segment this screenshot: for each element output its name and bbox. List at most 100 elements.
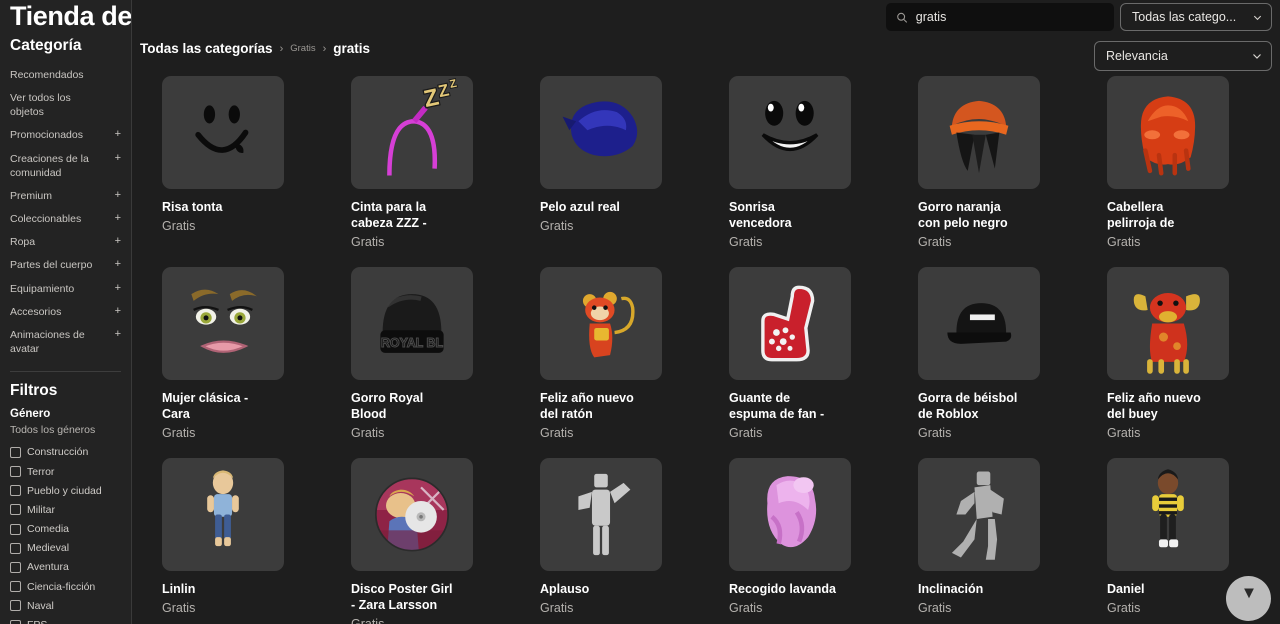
checkbox-icon[interactable] bbox=[10, 542, 21, 554]
item-card[interactable]: Aplauso Gratis bbox=[540, 458, 705, 624]
checkbox-icon[interactable] bbox=[10, 485, 21, 497]
checkbox-icon[interactable] bbox=[10, 523, 21, 535]
item-card[interactable]: Sonrisa vencedora Gratis bbox=[729, 76, 894, 267]
orange-beanie-black-hair-thumbnail[interactable] bbox=[918, 76, 1040, 189]
expand-plus-icon[interactable]: + bbox=[115, 258, 121, 271]
search-input[interactable] bbox=[915, 10, 1104, 24]
top-bar: Todas las catego... bbox=[886, 0, 1280, 34]
sidebar-item-10[interactable]: Animaciones de avatar + bbox=[10, 323, 131, 360]
sidebar-item-5[interactable]: Coleccionables + bbox=[10, 208, 131, 231]
genre-filter-2[interactable]: Pueblo y ciudad bbox=[10, 481, 131, 500]
genre-filter-5[interactable]: Medieval bbox=[10, 539, 131, 558]
genre-filter-8[interactable]: Naval bbox=[10, 596, 131, 615]
checkbox-icon[interactable] bbox=[10, 600, 21, 612]
item-card[interactable]: Cabellera pelirroja de Gratis bbox=[1107, 76, 1272, 267]
item-name: Disco Poster Girl - Zara Larsson bbox=[351, 582, 453, 612]
sort-dropdown[interactable]: Relevancia bbox=[1094, 41, 1272, 71]
item-card[interactable]: Mujer clásica - Cara Gratis bbox=[162, 267, 327, 458]
item-price: Gratis bbox=[729, 235, 763, 249]
breadcrumb-middle[interactable]: Gratis bbox=[290, 43, 315, 54]
item-card[interactable]: Gorro naranja con pelo negro Gratis bbox=[918, 76, 1083, 267]
classic-woman-face-thumbnail[interactable] bbox=[162, 267, 284, 380]
expand-plus-icon[interactable]: + bbox=[115, 305, 121, 318]
royal-blue-hair-thumbnail[interactable] bbox=[540, 76, 662, 189]
breadcrumb-root[interactable]: Todas las categorías bbox=[140, 41, 273, 56]
sidebar-item-1[interactable]: Ver todos los objetos bbox=[10, 87, 131, 124]
expand-plus-icon[interactable]: + bbox=[115, 282, 121, 295]
checkbox-icon[interactable] bbox=[10, 446, 21, 458]
new-year-rat-thumbnail[interactable] bbox=[540, 267, 662, 380]
expand-plus-icon[interactable]: + bbox=[115, 189, 121, 202]
expand-plus-icon[interactable]: + bbox=[115, 128, 121, 141]
genre-filter-0[interactable]: Construcción bbox=[10, 443, 131, 462]
applause-pose-thumbnail[interactable] bbox=[540, 458, 662, 571]
item-name: Gorro naranja con pelo negro bbox=[918, 200, 1008, 230]
category-dropdown-value: Todas las catego... bbox=[1132, 10, 1237, 24]
checkbox-icon[interactable] bbox=[10, 561, 21, 573]
disco-record-thumbnail[interactable] bbox=[351, 458, 473, 571]
breadcrumb-separator-icon: › bbox=[322, 42, 327, 55]
genre-filter-label: FPS bbox=[27, 619, 47, 624]
item-price: Gratis bbox=[918, 601, 952, 615]
item-card[interactable]: Recogido lavanda Gratis bbox=[729, 458, 894, 624]
expand-plus-icon[interactable]: + bbox=[115, 212, 121, 225]
daniel-avatar-thumbnail[interactable] bbox=[1107, 458, 1229, 571]
item-name: Gorro Royal Blood bbox=[351, 391, 424, 421]
item-card[interactable]: Linlin Gratis bbox=[162, 458, 327, 624]
winning-smile-face-thumbnail[interactable] bbox=[729, 76, 851, 189]
item-card[interactable]: Gorra de béisbol de Roblox Gratis bbox=[918, 267, 1083, 458]
genre-filter-label: Militar bbox=[27, 503, 55, 516]
sidebar-item-0[interactable]: Recomendados bbox=[10, 63, 131, 86]
checkbox-icon[interactable] bbox=[10, 619, 21, 624]
item-price: Gratis bbox=[351, 426, 385, 440]
item-card[interactable]: Z Z Z Cinta para la cabeza ZZZ - Gratis bbox=[351, 76, 516, 267]
genre-filter-7[interactable]: Ciencia-ficción bbox=[10, 577, 131, 596]
item-card[interactable]: Feliz año nuevo del buey Gratis bbox=[1107, 267, 1272, 458]
linlin-avatar-thumbnail[interactable] bbox=[162, 458, 284, 571]
zzz-headband-thumbnail[interactable]: ZZZ bbox=[351, 76, 473, 189]
item-price: Gratis bbox=[1107, 426, 1141, 440]
roblox-baseball-cap-thumbnail[interactable] bbox=[918, 267, 1040, 380]
genre-filter-label: Pueblo y ciudad bbox=[27, 484, 102, 497]
item-name: Feliz año nuevo del buey bbox=[1107, 391, 1201, 421]
expand-plus-icon[interactable]: + bbox=[115, 328, 121, 341]
sidebar-item-label: Equipamiento bbox=[10, 282, 75, 295]
item-card[interactable]: ROYAL BL Gorro Royal Blood Gratis bbox=[351, 267, 516, 458]
roblox-assistant-button[interactable] bbox=[1226, 576, 1271, 621]
genre-filter-label: Terror bbox=[27, 465, 55, 478]
item-card[interactable]: Pelo azul real Gratis bbox=[540, 76, 705, 267]
expand-plus-icon[interactable]: + bbox=[115, 235, 121, 248]
lavender-updo-hair-thumbnail[interactable] bbox=[729, 458, 851, 571]
genre-filter-3[interactable]: Militar bbox=[10, 500, 131, 519]
item-card[interactable]: Guante de espuma de fan - Gratis bbox=[729, 267, 894, 458]
genre-filter-4[interactable]: Comedia bbox=[10, 520, 131, 539]
genre-filter-9[interactable]: FPS bbox=[10, 615, 131, 624]
royal-blood-hat-thumbnail[interactable]: ROYAL BL bbox=[351, 267, 473, 380]
sidebar-item-8[interactable]: Equipamiento + bbox=[10, 277, 131, 300]
foam-finger-thumbnail[interactable] bbox=[729, 267, 851, 380]
search-box[interactable] bbox=[886, 3, 1114, 31]
checkbox-icon[interactable] bbox=[10, 504, 21, 516]
sidebar-item-3[interactable]: Creaciones de la comunidad + bbox=[10, 147, 131, 184]
item-card[interactable]: Inclinación Gratis bbox=[918, 458, 1083, 624]
sidebar-item-7[interactable]: Partes del cuerpo + bbox=[10, 254, 131, 277]
red-hair-thumbnail[interactable] bbox=[1107, 76, 1229, 189]
item-card[interactable]: Disco Poster Girl - Zara Larsson Gratis bbox=[351, 458, 516, 624]
sidebar-item-4[interactable]: Premium + bbox=[10, 184, 131, 207]
item-card[interactable]: Risa tonta Gratis bbox=[162, 76, 327, 267]
new-year-ox-thumbnail[interactable] bbox=[1107, 267, 1229, 380]
item-card[interactable]: Feliz año nuevo del ratón Gratis bbox=[540, 267, 705, 458]
genre-filter-1[interactable]: Terror bbox=[10, 462, 131, 481]
lean-pose-thumbnail[interactable] bbox=[918, 458, 1040, 571]
genre-filter-6[interactable]: Aventura bbox=[10, 558, 131, 577]
sidebar-item-6[interactable]: Ropa + bbox=[10, 231, 131, 254]
category-filter-dropdown[interactable]: Todas las catego... bbox=[1120, 3, 1272, 31]
silly-grin-face-thumbnail[interactable] bbox=[162, 76, 284, 189]
sidebar-item-9[interactable]: Accesorios + bbox=[10, 300, 131, 323]
checkbox-icon[interactable] bbox=[10, 466, 21, 478]
item-price: Gratis bbox=[918, 235, 952, 249]
expand-plus-icon[interactable]: + bbox=[115, 152, 121, 165]
genre-filter-label: Medieval bbox=[27, 542, 70, 555]
sidebar-item-2[interactable]: Promocionados + bbox=[10, 124, 131, 147]
checkbox-icon[interactable] bbox=[10, 581, 21, 593]
